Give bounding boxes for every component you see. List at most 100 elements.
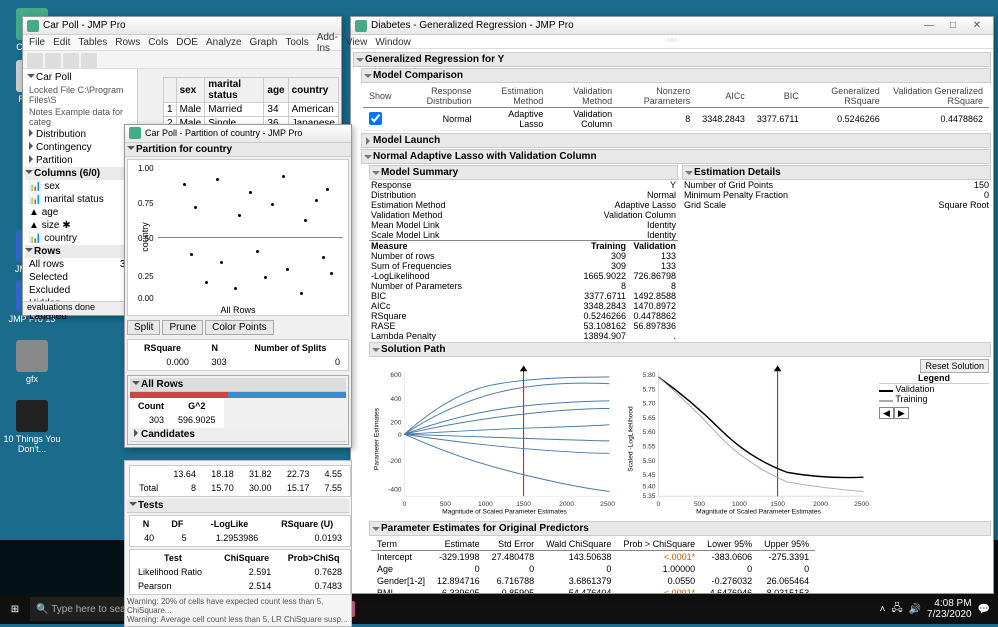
sidebar-title[interactable]: Car Poll xyxy=(25,71,135,84)
summary-table: RSquareNNumber of Splits 0.0003030 xyxy=(127,339,349,371)
param-estimates-table: TermEstimateStd ErrorWald ChiSquareProb … xyxy=(371,538,815,593)
menu-item[interactable]: Cols xyxy=(148,37,168,48)
system-tray[interactable]: ˄ 🖧 🔊 4:08 PM 7/23/2020 💬 xyxy=(872,598,998,620)
column-item[interactable]: ▲ age xyxy=(25,206,135,219)
app-icon xyxy=(129,127,141,139)
column-item[interactable]: 📊 country xyxy=(25,232,135,245)
notifications-icon[interactable]: 💬 xyxy=(978,604,990,615)
titlebar[interactable]: Diabetes - Generalized Regression - JMP … xyxy=(351,17,993,35)
menu-item[interactable]: View xyxy=(346,37,368,48)
warning-text: Warning: 20% of cells have expected coun… xyxy=(127,597,349,615)
row-item[interactable]: Excluded xyxy=(25,284,135,297)
table-row: NormalAdaptive LassoValidation Column833… xyxy=(363,108,989,131)
reset-solution-button[interactable]: Reset Solution xyxy=(920,359,989,373)
analysis-item[interactable]: Contingency xyxy=(25,141,135,154)
menu-item[interactable]: Window xyxy=(375,37,411,48)
svg-text:Magnitude of Scaled Parameter: Magnitude of Scaled Parameter Estimates xyxy=(442,508,567,515)
column-item[interactable]: 📊 marital status xyxy=(25,193,135,206)
table-row: Gender[1-2]12.8947166.7167883.68613790.0… xyxy=(371,575,815,587)
table-row: BMI6.3396050.8590554.476404<.0001*4.6476… xyxy=(371,587,815,593)
kv-row: Validation MethodValidation Column xyxy=(369,210,678,220)
kv-row: ResponseY xyxy=(369,180,678,190)
menu-item[interactable]: Tools xyxy=(285,37,308,48)
close-button[interactable]: ✕ xyxy=(965,18,989,34)
svg-text:1500: 1500 xyxy=(516,501,531,508)
clock[interactable]: 4:08 PM 7/23/2020 xyxy=(927,598,972,620)
desktop-icon[interactable]: 10 Things You Don't... xyxy=(2,400,62,454)
solution-path-chart-1[interactable]: 6004002000-200-400 05001000150020002500 … xyxy=(371,359,619,519)
drag-handle[interactable]: ⋯ xyxy=(351,35,993,49)
menu-item[interactable]: DOE xyxy=(176,37,198,48)
svg-text:5.60: 5.60 xyxy=(643,429,656,436)
minimize-button[interactable]: — xyxy=(917,18,941,34)
menu-item[interactable]: Tables xyxy=(78,37,107,48)
start-button[interactable]: ⊞ xyxy=(0,594,30,624)
desktop-icon[interactable]: gfx xyxy=(2,340,62,384)
lasso-header[interactable]: Normal Adaptive Lasso with Validation Co… xyxy=(361,149,991,164)
main-header[interactable]: Generalized Regression for Y xyxy=(353,52,991,67)
tool-button[interactable] xyxy=(63,53,79,69)
svg-text:1500: 1500 xyxy=(770,501,785,508)
estimation-details-header[interactable]: Estimation Details xyxy=(682,165,991,180)
titlebar[interactable]: Car Poll - Partition of country - JMP Pr… xyxy=(125,125,351,143)
show-checkbox[interactable] xyxy=(369,112,382,125)
tray-up-icon[interactable]: ˄ xyxy=(880,604,886,615)
maximize-button[interactable]: □ xyxy=(941,18,965,34)
menu-item[interactable]: Edit xyxy=(53,37,70,48)
network-icon[interactable]: 🖧 xyxy=(891,601,902,618)
svg-text:1000: 1000 xyxy=(732,501,747,508)
column-item[interactable]: 📊 sex xyxy=(25,180,135,193)
step-back-icon[interactable]: ◀ xyxy=(879,407,894,419)
tool-button[interactable] xyxy=(27,53,43,69)
rows-section[interactable]: Rows xyxy=(25,245,135,258)
svg-text:5.50: 5.50 xyxy=(643,458,656,465)
tests-header[interactable]: Tests xyxy=(127,499,349,513)
svg-text:2500: 2500 xyxy=(854,501,869,508)
svg-text:200: 200 xyxy=(390,420,401,427)
menu-item[interactable]: Graph xyxy=(250,37,278,48)
menu-item[interactable]: Analyze xyxy=(206,37,242,48)
app-icon xyxy=(355,20,367,32)
svg-text:500: 500 xyxy=(440,501,451,508)
window-title: Car Poll - JMP Pro xyxy=(43,20,126,31)
scatter-plot[interactable]: 1.00 0.75 0.50 0.25 0.00 country All Row… xyxy=(127,159,349,316)
analysis-item[interactable]: Partition xyxy=(25,154,135,167)
allrows-header[interactable]: All Rows xyxy=(130,378,346,392)
titlebar[interactable]: Car Poll - JMP Pro xyxy=(23,17,341,35)
row-item[interactable]: All rows 30 xyxy=(25,258,135,271)
split-button[interactable]: Split xyxy=(127,320,160,335)
menu-item[interactable]: Rows xyxy=(115,37,140,48)
svg-text:0: 0 xyxy=(403,501,407,508)
row-item[interactable]: Selected xyxy=(25,271,135,284)
tool-button[interactable] xyxy=(81,53,97,69)
svg-text:0: 0 xyxy=(398,432,402,439)
notes: Notes Example data for categ xyxy=(25,106,135,128)
partition-window: Car Poll - Partition of country - JMP Pr… xyxy=(124,124,352,448)
legend: Reset Solution Legend Validation Trainin… xyxy=(879,359,989,519)
tool-button[interactable] xyxy=(45,53,61,69)
svg-text:0: 0 xyxy=(657,501,661,508)
menu-item[interactable]: File xyxy=(29,37,45,48)
column-item[interactable]: ▲ size ✱ xyxy=(25,219,135,232)
columns-section[interactable]: Columns (6/0) xyxy=(25,167,135,180)
model-launch-header[interactable]: Model Launch xyxy=(361,133,991,148)
param-estimates-header[interactable]: Parameter Estimates for Original Predict… xyxy=(369,521,991,536)
solution-path-header[interactable]: Solution Path xyxy=(369,342,991,357)
svg-text:5.75: 5.75 xyxy=(643,386,656,393)
candidates-header[interactable]: Candidates xyxy=(130,428,346,442)
svg-text:400: 400 xyxy=(390,396,401,403)
solution-path-chart-2[interactable]: 5.805.755.705.655.605.555.505.455.405.35… xyxy=(625,359,873,519)
partition-header[interactable]: Partition for country xyxy=(125,143,351,157)
model-summary-header[interactable]: Model Summary xyxy=(369,165,678,180)
volume-icon[interactable]: 🔊 xyxy=(909,604,921,615)
model-comparison-header[interactable]: Model Comparison xyxy=(361,68,991,83)
color-points-button[interactable]: Color Points xyxy=(205,320,273,335)
svg-text:-400: -400 xyxy=(388,486,402,493)
prune-button[interactable]: Prune xyxy=(162,320,203,335)
kv-row: DistributionNormal xyxy=(369,190,678,200)
window-title: Car Poll - Partition of country - JMP Pr… xyxy=(145,128,302,138)
analysis-item[interactable]: Distribution xyxy=(25,128,135,141)
step-fwd-icon[interactable]: ▶ xyxy=(894,407,909,419)
app-icon xyxy=(27,20,39,32)
tests-panel: 13.6418.1831.8222.734.55 Total815.7030.0… xyxy=(124,460,352,627)
